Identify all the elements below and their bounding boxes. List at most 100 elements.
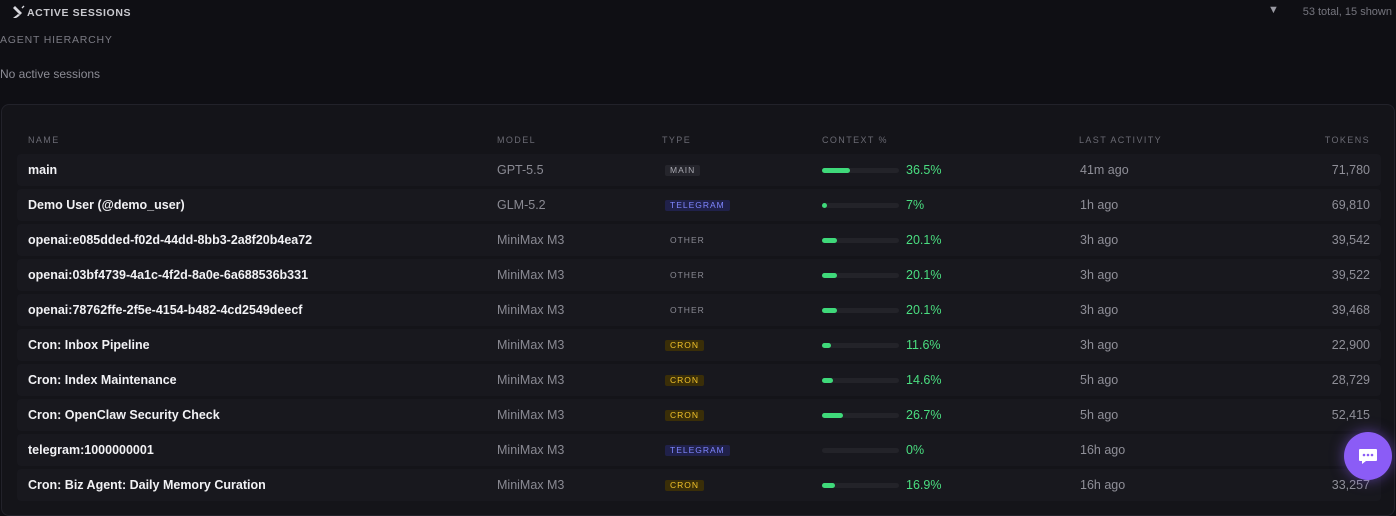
session-type-badge: TELEGRAM bbox=[665, 445, 730, 456]
session-model: GPT-5.5 bbox=[497, 163, 544, 177]
table-row[interactable]: telegram:1000000001 MiniMax M3 TELEGRAM 0% 1… bbox=[17, 434, 1381, 466]
context-percent: 20.1% bbox=[906, 233, 942, 247]
context-progress-fill bbox=[822, 413, 843, 418]
token-count: 22,900 bbox=[1331, 338, 1370, 352]
table-row[interactable]: Cron: OpenClaw Security Check MiniMax M3 C… bbox=[17, 399, 1381, 431]
table-row[interactable]: openai:03bf4739-4a1c-4f2d-8a0e-6a688536b… bbox=[17, 259, 1381, 291]
token-count: 39,468 bbox=[1331, 303, 1370, 317]
table-row[interactable]: main GPT-5.5 MAIN 36.5% 41m ago 71,780 bbox=[17, 154, 1381, 186]
token-count: 52,415 bbox=[1331, 408, 1370, 422]
column-header-model[interactable]: MODEL bbox=[497, 135, 536, 145]
context-progress-fill bbox=[822, 168, 850, 173]
section-title: ACTIVE SESSIONS bbox=[27, 7, 132, 19]
session-name[interactable]: main bbox=[28, 163, 57, 177]
context-percent: 36.5% bbox=[906, 163, 942, 177]
context-progress-bar bbox=[822, 448, 899, 453]
session-model: MiniMax M3 bbox=[497, 478, 565, 492]
session-name[interactable]: openai:e085dded-f02d-44dd-8bb3-2a8f20b4e… bbox=[28, 233, 312, 247]
session-name[interactable]: telegram:1000000001 bbox=[28, 443, 154, 457]
empty-state-text: No active sessions bbox=[0, 67, 101, 81]
session-name[interactable]: Demo User (@demo_user) bbox=[28, 198, 185, 212]
last-activity: 3h ago bbox=[1080, 338, 1119, 352]
token-count: 69,810 bbox=[1331, 198, 1370, 212]
agent-hierarchy-label: AGENT HIERARCHY bbox=[0, 34, 113, 46]
token-count: 33,257 bbox=[1331, 478, 1370, 492]
context-progress-fill bbox=[822, 483, 835, 488]
table-row[interactable]: Cron: Index Maintenance MiniMax M3 CRON 14.… bbox=[17, 364, 1381, 396]
table-row[interactable]: Cron: Inbox Pipeline MiniMax M3 CRON 11.6% 3… bbox=[17, 329, 1381, 361]
session-type-badge: MAIN bbox=[665, 165, 701, 176]
column-header-context[interactable]: CONTEXT % bbox=[822, 135, 888, 145]
last-activity: 41m ago bbox=[1080, 163, 1129, 177]
chat-button[interactable] bbox=[1344, 432, 1392, 480]
context-percent: 20.1% bbox=[906, 268, 942, 282]
column-header-tokens[interactable]: TOKENS bbox=[1325, 135, 1370, 145]
session-type-badge: TELEGRAM bbox=[665, 200, 730, 211]
session-model: MiniMax M3 bbox=[497, 268, 565, 282]
token-count: 71,780 bbox=[1331, 163, 1370, 177]
context-percent: 7% bbox=[906, 198, 925, 212]
context-percent: 16.9% bbox=[906, 478, 942, 492]
last-activity: 3h ago bbox=[1080, 233, 1119, 247]
context-percent: 0% bbox=[906, 443, 925, 457]
session-type-badge: OTHER bbox=[670, 235, 705, 245]
session-model: MiniMax M3 bbox=[497, 233, 565, 247]
section-header: ACTIVE SESSIONS ▼ 53 total, 15 shown bbox=[0, 0, 1396, 26]
chat-bubble-icon bbox=[1359, 449, 1377, 464]
table-row[interactable]: Demo User (@demo_user) GLM-5.2 TELEGRAM 7% 1… bbox=[17, 189, 1381, 221]
session-name[interactable]: Cron: Biz Agent: Daily Memory Curation bbox=[28, 478, 266, 492]
last-activity: 3h ago bbox=[1080, 268, 1119, 282]
session-model: MiniMax M3 bbox=[497, 373, 565, 387]
session-name[interactable]: Cron: Index Maintenance bbox=[28, 373, 177, 387]
last-activity: 16h ago bbox=[1080, 478, 1126, 492]
context-percent: 26.7% bbox=[906, 408, 942, 422]
session-model: MiniMax M3 bbox=[497, 303, 565, 317]
context-percent: 14.6% bbox=[906, 373, 942, 387]
sessions-table-panel: NAME MODEL TYPE CONTEXT % LAST ACTIVITY … bbox=[1, 104, 1395, 516]
last-activity: 1h ago bbox=[1080, 198, 1119, 212]
last-activity: 16h ago bbox=[1080, 443, 1126, 457]
last-activity: 5h ago bbox=[1080, 373, 1119, 387]
context-progress-fill bbox=[822, 273, 837, 278]
token-count: 39,542 bbox=[1331, 233, 1370, 247]
token-count: 28,729 bbox=[1331, 373, 1370, 387]
session-name[interactable]: Cron: Inbox Pipeline bbox=[28, 338, 150, 352]
session-type-badge: OTHER bbox=[670, 270, 705, 280]
context-progress-bar bbox=[822, 203, 899, 208]
context-percent: 11.6% bbox=[906, 338, 941, 352]
context-progress-bar bbox=[822, 308, 899, 313]
context-progress-bar bbox=[822, 238, 899, 243]
context-progress-fill bbox=[822, 203, 827, 208]
context-progress-bar bbox=[822, 483, 899, 488]
session-type-badge: CRON bbox=[665, 480, 705, 491]
context-progress-fill bbox=[822, 238, 837, 243]
context-progress-bar bbox=[822, 343, 899, 348]
context-progress-fill bbox=[822, 343, 831, 348]
table-row[interactable]: openai:e085dded-f02d-44dd-8bb3-2a8f20b4e… bbox=[17, 224, 1381, 256]
context-progress-bar bbox=[822, 273, 899, 278]
collapse-toggle-icon[interactable]: ▼ bbox=[1268, 4, 1279, 16]
context-progress-bar bbox=[822, 378, 899, 383]
session-type-badge: CRON bbox=[665, 410, 705, 421]
last-activity: 3h ago bbox=[1080, 303, 1119, 317]
session-model: GLM-5.2 bbox=[497, 198, 546, 212]
column-header-last-activity[interactable]: LAST ACTIVITY bbox=[1079, 135, 1162, 145]
session-model: MiniMax M3 bbox=[497, 338, 565, 352]
context-progress-bar bbox=[822, 413, 899, 418]
session-count-summary: 53 total, 15 shown bbox=[1302, 6, 1392, 18]
token-count: 39,522 bbox=[1331, 268, 1370, 282]
session-model: MiniMax M3 bbox=[497, 443, 565, 457]
session-name[interactable]: Cron: OpenClaw Security Check bbox=[28, 408, 220, 422]
context-progress-fill bbox=[822, 308, 837, 313]
session-name[interactable]: openai:78762ffe-2f5e-4154-b482-4cd2549de… bbox=[28, 303, 302, 317]
column-header-type[interactable]: TYPE bbox=[662, 135, 691, 145]
context-progress-bar bbox=[822, 168, 899, 173]
table-row[interactable]: Cron: Biz Agent: Daily Memory Curation Mi… bbox=[17, 469, 1381, 501]
session-type-badge: CRON bbox=[665, 340, 705, 351]
table-row[interactable]: openai:78762ffe-2f5e-4154-b482-4cd2549de… bbox=[17, 294, 1381, 326]
session-type-badge: OTHER bbox=[670, 305, 705, 315]
column-header-name[interactable]: NAME bbox=[28, 135, 60, 145]
session-model: MiniMax M3 bbox=[497, 408, 565, 422]
context-percent: 20.1% bbox=[906, 303, 942, 317]
session-name[interactable]: openai:03bf4739-4a1c-4f2d-8a0e-6a688536b… bbox=[28, 268, 308, 282]
